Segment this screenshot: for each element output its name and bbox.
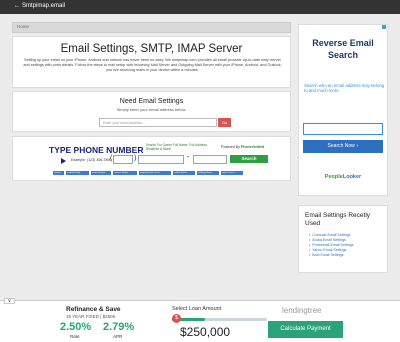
brand-label: Smtpimap.email <box>22 3 66 9</box>
slider-knob[interactable]: $ <box>172 314 181 323</box>
loan-amount: $250,000 <box>180 325 231 339</box>
phone-lookup-widget: TYPE PHONE NUMBER Search For Owner Full … <box>12 136 291 181</box>
area-code-input[interactable] <box>113 155 133 164</box>
ad-choices-icon[interactable] <box>382 25 386 29</box>
tag[interactable]: verified listing <box>66 171 89 175</box>
recent-title: Email Settings Recetly Used <box>305 212 371 227</box>
ad-description: Search who an email address may belong t… <box>304 83 385 93</box>
top-navbar: ← Smtpimap.email <box>0 0 400 14</box>
refi-title: Refinance & Save <box>66 306 121 313</box>
bottom-refinance-ad: ∨ Refinance & Save 15 YEAR FIXED | $250K… <box>0 298 400 342</box>
apr-value: 2.79% <box>103 321 135 333</box>
logo-part-b: Looker <box>342 174 362 180</box>
reverse-email-ad: Reverse Email Search Search who an email… <box>298 24 388 196</box>
paren-open: ( <box>110 155 113 162</box>
recent-list: Comcast Email Settings Aruba Email Setti… <box>309 233 353 258</box>
play-icon <box>61 158 66 164</box>
tag[interactable]: email settings <box>91 171 111 175</box>
loan-amount-label: Select Loan Amount <box>172 306 222 312</box>
email-input[interactable]: Enter your email address... <box>99 118 217 127</box>
back-arrow-icon: ← <box>14 3 20 9</box>
lendingtree-logo: lendingtree <box>282 306 322 315</box>
search-now-button[interactable]: Search Now › <box>303 140 383 153</box>
apr-label: APR <box>113 334 123 339</box>
phone-subtitle: Search For Owner Full Name, Full Address… <box>146 143 208 152</box>
page-title: Email Settings, SMTP, IMAP Server <box>60 43 243 55</box>
paren-close: ) <box>134 155 137 162</box>
search-now-label: Search Now <box>327 143 355 149</box>
powered-by: Powered By PhoneVerified <box>221 145 264 149</box>
phone-example: Example: (123) 456-7890 <box>71 158 112 162</box>
line-number-input[interactable] <box>193 155 227 164</box>
logo-part-a: People <box>324 174 343 180</box>
tag-row: lookup verified listing email settings r… <box>53 171 283 176</box>
phone-title: TYPE PHONE NUMBER <box>49 145 144 155</box>
dash: - <box>187 154 190 161</box>
recent-settings-card: Email Settings Recetly Used Comcast Emai… <box>298 205 388 273</box>
need-subtitle: Simply enter your email address below. <box>116 107 187 112</box>
list-item[interactable]: Bold Email Settings <box>309 253 353 258</box>
breadcrumb: Home <box>12 22 291 33</box>
intro-card: Email Settings, SMTP, IMAP Server Settin… <box>12 36 291 88</box>
go-button[interactable]: Go <box>218 118 231 127</box>
intro-text: Setting up your email on your iPhone, An… <box>23 58 282 73</box>
powered-prefix: Powered By <box>221 145 240 149</box>
chevron-down-icon[interactable]: ∨ <box>4 298 15 304</box>
tag[interactable]: email search <box>221 171 243 175</box>
ad-email-input[interactable] <box>303 123 383 135</box>
peoplelooker-logo: PeopleLooker <box>299 174 387 180</box>
tag[interactable]: outgoing mail server <box>139 171 171 175</box>
prefix-input[interactable] <box>138 155 184 164</box>
phone-search-button[interactable]: Search <box>230 155 268 163</box>
chevron-right-icon: › <box>356 143 359 149</box>
ad-title: Reverse Email Search <box>312 38 374 60</box>
refi-subtitle: 15 YEAR FIXED | $250K <box>66 314 116 319</box>
need-title: Need Email Settings <box>119 98 184 105</box>
need-settings-card: Need Email Settings Simply enter your em… <box>12 91 291 132</box>
rate-value: 2.50% <box>60 321 92 333</box>
loan-slider[interactable] <box>172 318 267 321</box>
brand-link[interactable]: ← Smtpimap.email <box>14 3 65 9</box>
tag[interactable]: lookup <box>53 171 64 175</box>
powered-brand: PhoneVerified <box>240 145 265 149</box>
tag[interactable]: mobile phone <box>173 171 195 175</box>
calculate-payment-button[interactable]: Calculate Payment <box>268 321 343 338</box>
tag[interactable]: landing phone <box>197 171 219 175</box>
breadcrumb-home[interactable]: Home <box>17 24 29 29</box>
tag[interactable]: reverse lookup <box>113 171 137 175</box>
rate-label: Rate <box>70 334 80 339</box>
